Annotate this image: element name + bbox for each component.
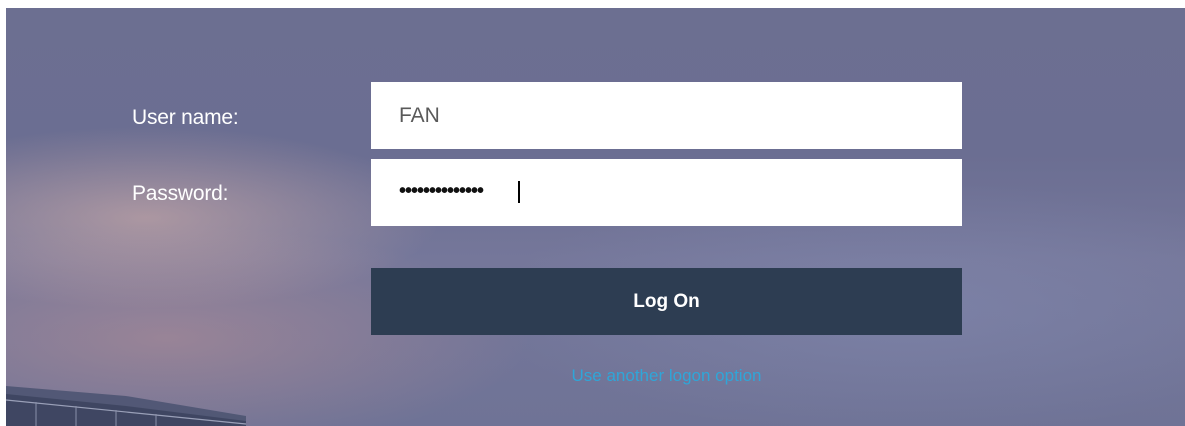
- another-logon-option-link[interactable]: Use another logon option: [371, 366, 962, 386]
- log-on-button[interactable]: Log On: [371, 268, 962, 335]
- password-label: Password:: [132, 182, 229, 205]
- username-label: User name:: [132, 106, 239, 129]
- login-background: User name: Password: •••••••••••••• Log …: [6, 8, 1185, 426]
- username-input[interactable]: [371, 82, 962, 149]
- password-masked-value: ••••••••••••••: [399, 180, 484, 202]
- building-roof-graphic: [6, 386, 246, 426]
- text-cursor: [518, 181, 520, 203]
